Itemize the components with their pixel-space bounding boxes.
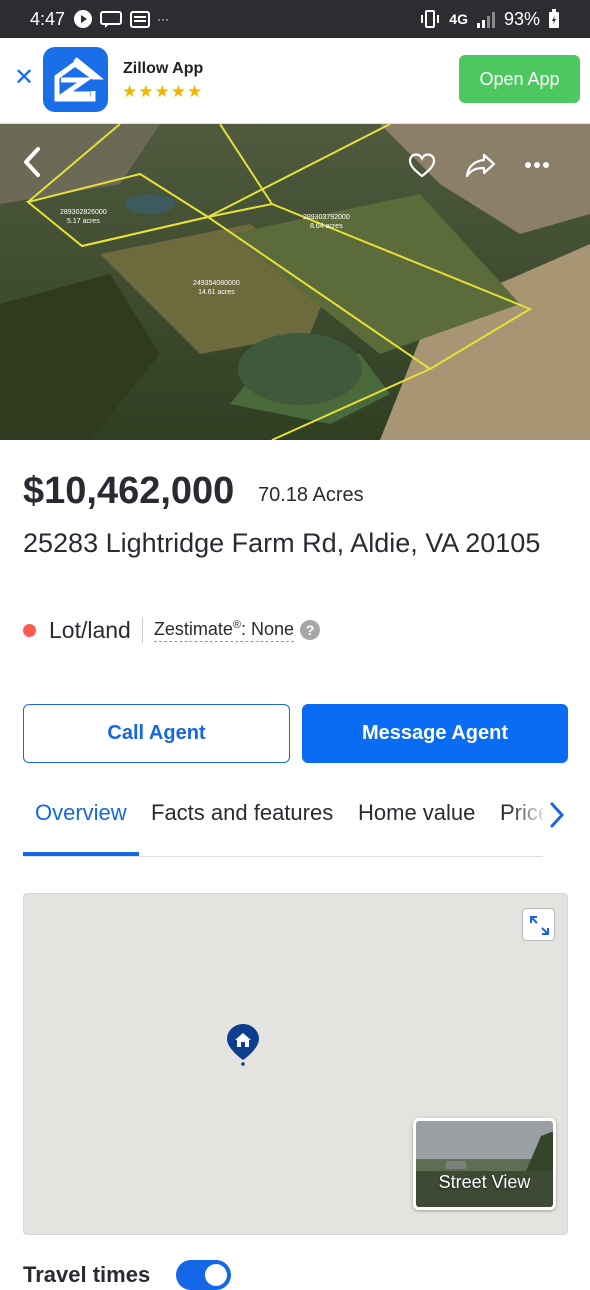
- parcel-id-3: 249354080000: [193, 280, 240, 287]
- parcel-label-1: 289302826000 5.17 acres: [60, 208, 107, 226]
- active-tab-indicator: [23, 852, 139, 856]
- more-options-icon[interactable]: [524, 161, 550, 169]
- battery-icon: [549, 9, 559, 28]
- divider: [141, 617, 143, 643]
- battery-percent: 93%: [503, 8, 540, 29]
- status-dot-icon: [23, 623, 36, 637]
- zestimate-value: : None: [241, 618, 295, 639]
- zillow-logo-icon: [54, 57, 105, 102]
- call-agent-button[interactable]: Call Agent: [23, 704, 290, 763]
- street-view-label: Street View: [438, 1172, 531, 1192]
- property-type: Lot/land: [49, 616, 131, 643]
- tab-facts-and-features[interactable]: Facts and features: [151, 800, 333, 826]
- zestimate-sup: ®: [232, 618, 241, 631]
- app-notification-icon: [130, 11, 151, 28]
- status-time: 4:47: [30, 8, 66, 29]
- vibrate-icon: [421, 10, 440, 28]
- tab-fade: [509, 790, 543, 850]
- listing-status-row: Lot/land Zestimate®: None ?: [23, 615, 321, 645]
- help-icon[interactable]: ?: [300, 620, 321, 640]
- parcel-label-2: 289303792000 8.64 acres: [303, 213, 350, 231]
- parcel-id-1: 289302826000: [60, 209, 107, 216]
- status-bar: 4:47 ··· 4G 93%: [0, 0, 590, 38]
- lot-size: 70.18 Acres: [258, 484, 364, 506]
- zestimate-label: Zestimate: [153, 618, 233, 639]
- message-agent-button[interactable]: Message Agent: [302, 704, 568, 763]
- tab-home-value[interactable]: Home value: [358, 800, 475, 826]
- app-banner: ✕ Zillow App ★★★★★ Open App: [0, 38, 590, 124]
- heart-icon[interactable]: [408, 152, 436, 178]
- rating-stars: ★★★★★: [122, 82, 204, 101]
- chevron-right-icon[interactable]: [545, 800, 569, 830]
- listing-address: 25283 Lightridge Farm Rd, Aldie, VA 2010…: [23, 528, 541, 558]
- close-icon[interactable]: ✕: [10, 64, 38, 92]
- share-icon[interactable]: [465, 152, 497, 178]
- section-tabs: Overview Facts and features Home value P…: [23, 790, 543, 857]
- tab-overview[interactable]: Overview: [35, 800, 127, 826]
- home-pin-icon[interactable]: [225, 1022, 261, 1066]
- back-arrow-icon[interactable]: [20, 146, 44, 178]
- parcel-acres-2: 8.64 acres: [310, 223, 343, 230]
- travel-times-toggle[interactable]: [176, 1260, 231, 1290]
- open-app-button[interactable]: Open App: [459, 55, 580, 103]
- network-type: 4G: [449, 11, 468, 27]
- expand-map-button[interactable]: [522, 908, 555, 941]
- app-name: Zillow App: [123, 60, 204, 77]
- notification-icons: ···: [73, 9, 169, 29]
- street-view-thumbnail: [416, 1121, 553, 1207]
- parcel-acres-3: 14.61 acres: [198, 289, 235, 296]
- zillow-logo: [43, 47, 108, 112]
- expand-icon: [530, 916, 549, 935]
- listing-photo[interactable]: 289302826000 5.17 acres 289303792000 8.6…: [0, 124, 590, 440]
- parcel-acres-1: 5.17 acres: [67, 218, 100, 225]
- street-view-button[interactable]: Street View: [413, 1118, 556, 1210]
- zestimate[interactable]: Zestimate®: None: [153, 618, 295, 642]
- message-icon: [100, 11, 123, 28]
- travel-times-heading: Travel times: [23, 1262, 151, 1287]
- parcel-label-3: 249354080000 14.61 acres: [193, 279, 240, 297]
- listing-price: $10,462,000: [23, 470, 235, 512]
- aerial-photo: [0, 124, 590, 440]
- signal-icon: [476, 12, 495, 28]
- more-notifications: ···: [157, 12, 170, 26]
- toggle-knob: [205, 1264, 227, 1286]
- play-icon: [74, 10, 93, 28]
- location-map[interactable]: Street View: [23, 893, 568, 1235]
- parcel-id-2: 289303792000: [303, 214, 350, 221]
